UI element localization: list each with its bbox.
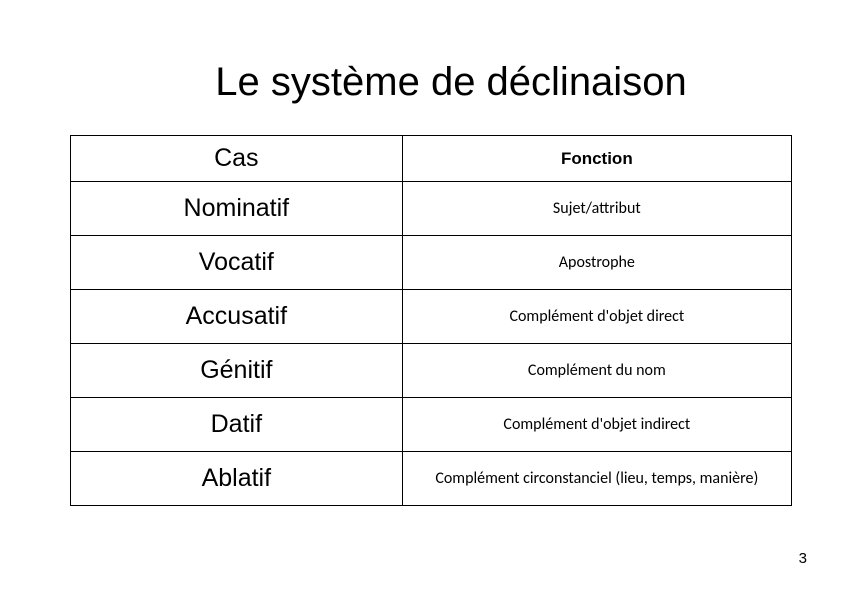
table-row: Ablatif Complément circonstanciel (lieu,… <box>71 452 792 506</box>
fonction-cell: Sujet/attribut <box>402 182 791 236</box>
cas-cell: Datif <box>71 398 403 452</box>
page-number: 3 <box>799 550 807 567</box>
fonction-cell: Complément du nom <box>402 344 791 398</box>
table-row: Génitif Complément du nom <box>71 344 792 398</box>
fonction-cell: Complément d'objet direct <box>402 290 791 344</box>
page-title: Le système de déclinaison <box>140 60 762 105</box>
table-row: Vocatif Apostrophe <box>71 236 792 290</box>
slide-container: Le système de déclinaison Cas Fonction N… <box>0 0 842 595</box>
cas-cell: Nominatif <box>71 182 403 236</box>
cas-cell: Accusatif <box>71 290 403 344</box>
fonction-cell: Complément d'objet indirect <box>402 398 791 452</box>
cas-cell: Génitif <box>71 344 403 398</box>
fonction-cell: Complément circonstanciel (lieu, temps, … <box>402 452 791 506</box>
table-header-row: Cas Fonction <box>71 136 792 182</box>
cas-cell: Vocatif <box>71 236 403 290</box>
header-cas: Cas <box>71 136 403 182</box>
header-fonction: Fonction <box>402 136 791 182</box>
table-row: Datif Complément d'objet indirect <box>71 398 792 452</box>
table-row: Nominatif Sujet/attribut <box>71 182 792 236</box>
table-row: Accusatif Complément d'objet direct <box>71 290 792 344</box>
declension-table: Cas Fonction Nominatif Sujet/attribut Vo… <box>70 135 792 506</box>
fonction-cell: Apostrophe <box>402 236 791 290</box>
cas-cell: Ablatif <box>71 452 403 506</box>
